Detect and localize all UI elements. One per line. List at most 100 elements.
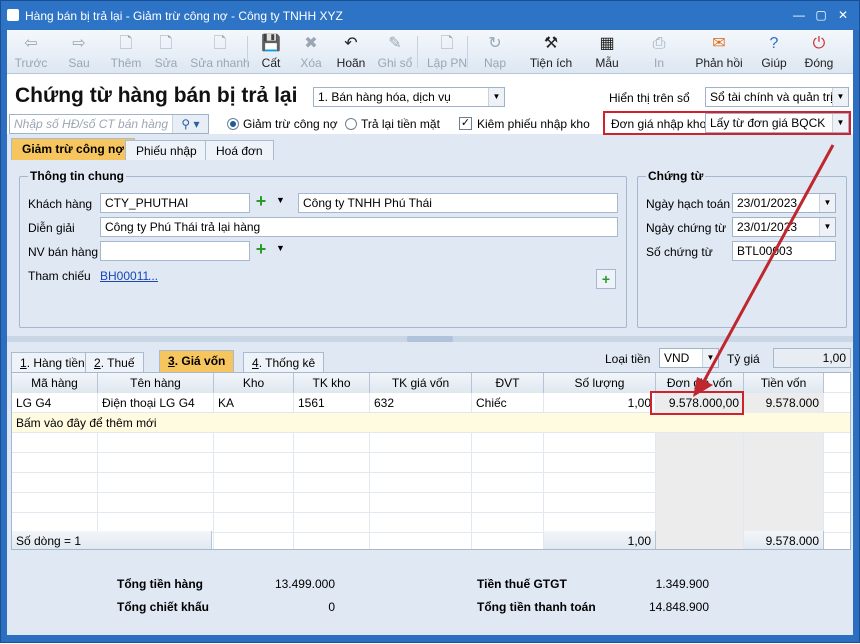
grid-cell[interactable]: [744, 453, 824, 473]
column-header[interactable]: Đơn giá vốn: [656, 373, 744, 393]
ref-more-link[interactable]: ...: [148, 269, 158, 283]
grid-cell[interactable]: [98, 453, 214, 473]
chevron-down-icon[interactable]: ▼: [832, 88, 848, 106]
grid-cell[interactable]: LG G4: [12, 393, 98, 413]
toolbar-button-12[interactable]: ▦ Mẫu: [591, 32, 623, 72]
toolbar-button-1[interactable]: ⇨ Sau: [59, 32, 99, 72]
calendar-dropdown-icon[interactable]: ▼: [819, 194, 835, 212]
grid-cell[interactable]: [744, 433, 824, 453]
rate-input[interactable]: 1,00: [773, 348, 851, 368]
tab-debt[interactable]: Giảm trừ công nợ: [11, 138, 135, 160]
chevron-down-icon[interactable]: ▼: [276, 195, 285, 205]
column-header[interactable]: TK kho: [294, 373, 370, 393]
toolbar-button-0[interactable]: ⇦ Trước: [11, 32, 51, 72]
column-header[interactable]: Tên hàng: [98, 373, 214, 393]
grid-cell[interactable]: [656, 453, 744, 473]
detail-tab-3[interactable]: 3. Giá vốn: [159, 350, 235, 372]
calendar-dropdown-icon[interactable]: ▼: [819, 218, 835, 236]
display-select[interactable]: Sổ tài chính và quản trị ▼: [705, 87, 849, 107]
grid-cell[interactable]: [744, 473, 824, 493]
toolbar-button-9[interactable]: 🗋 Lập PN: [425, 32, 469, 72]
grid-cell[interactable]: [214, 433, 294, 453]
toolbar-button-10[interactable]: ↻ Nạp: [481, 32, 509, 72]
toolbar-button-16[interactable]: ⏻ Đóng: [799, 32, 839, 72]
grid-cell[interactable]: [544, 473, 656, 493]
grid-cell[interactable]: [214, 493, 294, 513]
collapse-grip-icon[interactable]: [407, 336, 453, 342]
column-header[interactable]: ĐVT: [472, 373, 544, 393]
grid-cell[interactable]: [544, 513, 656, 533]
grid-cell[interactable]: [472, 453, 544, 473]
grid-cell[interactable]: Chiếc: [472, 393, 544, 413]
detail-tab-2[interactable]: 2. Thuế: [85, 352, 144, 372]
grid-cell[interactable]: 1,00: [544, 393, 656, 413]
close-window-icon[interactable]: ✕: [835, 8, 851, 22]
chevron-down-icon[interactable]: ▼: [276, 243, 285, 253]
add-customer-icon[interactable]: +: [252, 192, 270, 211]
add-reference-icon[interactable]: +: [596, 269, 616, 289]
toolbar-button-14[interactable]: ✉ Phản hồi: [691, 32, 747, 72]
grid-cell[interactable]: [12, 433, 98, 453]
grid-cell[interactable]: KA: [214, 393, 294, 413]
add-staff-icon[interactable]: +: [252, 240, 270, 259]
toolbar-button-6[interactable]: ✖ Xóa: [295, 32, 327, 72]
currency-select[interactable]: VND ▼: [659, 348, 719, 368]
grid-cell[interactable]: [294, 433, 370, 453]
minimize-icon[interactable]: —: [791, 8, 807, 22]
ref-link[interactable]: BH00011: [100, 269, 149, 283]
radio-cash[interactable]: [345, 118, 357, 130]
receipt-checkbox[interactable]: ✓: [459, 117, 472, 130]
grid-cell[interactable]: [744, 513, 824, 533]
tab-receipt[interactable]: Phiếu nhập: [125, 140, 208, 160]
grid-cell[interactable]: [472, 433, 544, 453]
toolbar-button-8[interactable]: ✎ Ghi sổ: [375, 32, 415, 72]
grid-cell[interactable]: [744, 493, 824, 513]
grid-cell[interactable]: [656, 473, 744, 493]
add-row-hint[interactable]: Bấm vào đây để thêm mới: [12, 413, 212, 433]
grid-cell[interactable]: [544, 493, 656, 513]
grid-cell[interactable]: [472, 493, 544, 513]
customer-code-input[interactable]: CTY_PHUTHAI: [100, 193, 250, 213]
number-input[interactable]: BTL00003: [732, 241, 836, 261]
grid-cell[interactable]: [214, 473, 294, 493]
desc-input[interactable]: Công ty Phú Thái trả lại hàng: [100, 217, 618, 237]
grid-cell[interactable]: [98, 513, 214, 533]
qty-total[interactable]: 1,00: [544, 531, 656, 549]
column-header[interactable]: TK giá vốn: [370, 373, 472, 393]
grid-cell[interactable]: [544, 433, 656, 453]
sale-type-select[interactable]: 1. Bán hàng hóa, dịch vụ ▼: [313, 87, 505, 107]
toolbar-button-7[interactable]: ↶ Hoãn: [333, 32, 369, 72]
grid-cell[interactable]: [12, 453, 98, 473]
grid-cell[interactable]: [98, 473, 214, 493]
grid-cell[interactable]: 9.578.000: [744, 393, 824, 413]
voucher-date-input[interactable]: 23/01/2023 ▼: [732, 217, 836, 237]
grid-cell[interactable]: 1561: [294, 393, 370, 413]
grid-cell[interactable]: [370, 493, 472, 513]
chevron-down-icon[interactable]: ▼: [832, 114, 848, 132]
grid-cell[interactable]: [656, 513, 744, 533]
grid-cell[interactable]: Điện thoại LG G4: [98, 393, 214, 413]
search-input[interactable]: Nhập số HĐ/số CT bán hàng ⚲ ▾: [9, 114, 209, 134]
price-select[interactable]: Lấy từ đơn giá BQCK ▼: [705, 113, 849, 133]
detail-tab-4[interactable]: 4. Thống kê: [243, 352, 325, 372]
grid-cell[interactable]: [214, 453, 294, 473]
grid-cell[interactable]: [98, 433, 214, 453]
chevron-down-icon[interactable]: ▼: [702, 349, 718, 367]
grid-cell[interactable]: [370, 453, 472, 473]
row-count[interactable]: Số dòng = 1: [12, 531, 212, 549]
toolbar-button-3[interactable]: 🗋 Sửa: [149, 32, 183, 72]
grid-cell[interactable]: [12, 493, 98, 513]
column-header[interactable]: Mã hàng: [12, 373, 98, 393]
toolbar-button-5[interactable]: 💾 Cất: [257, 32, 285, 72]
cost-total[interactable]: 9.578.000: [744, 531, 824, 549]
grid-cell[interactable]: [294, 513, 370, 533]
grid-cell[interactable]: [294, 493, 370, 513]
search-icon[interactable]: ⚲ ▾: [172, 115, 208, 133]
grid-cell[interactable]: [294, 473, 370, 493]
column-header[interactable]: Tiền vốn: [744, 373, 824, 393]
grid-cell[interactable]: [472, 513, 544, 533]
grid-cell[interactable]: [544, 453, 656, 473]
tab-invoice[interactable]: Hoá đơn: [205, 140, 274, 160]
grid-cell[interactable]: [370, 473, 472, 493]
grid-cell[interactable]: [370, 513, 472, 533]
